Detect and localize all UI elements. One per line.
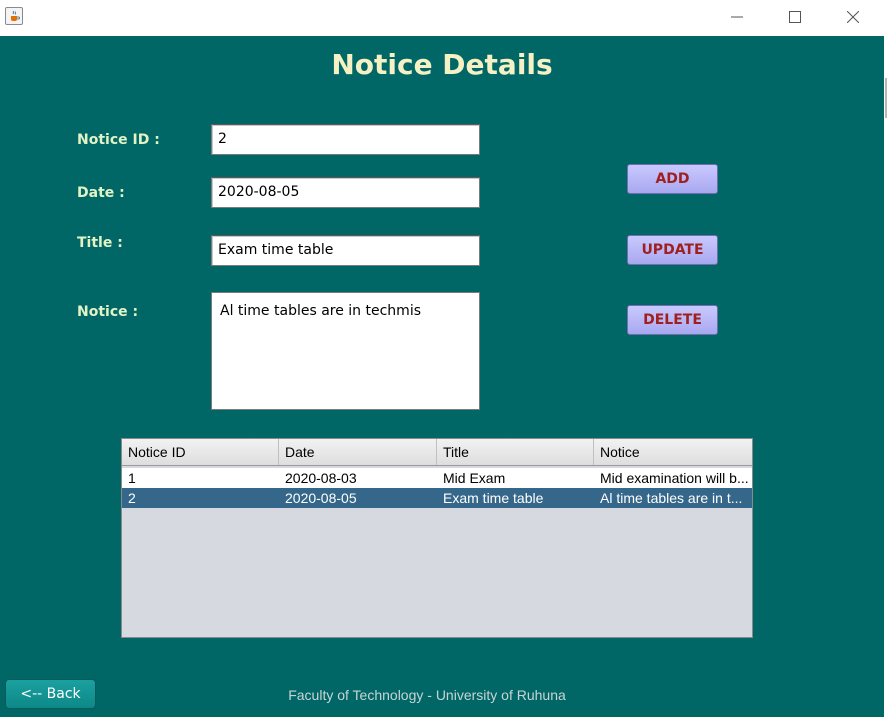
minimize-icon xyxy=(731,16,743,18)
minimize-button[interactable] xyxy=(708,0,766,34)
title-bar xyxy=(0,0,887,36)
cell-notice-id: 1 xyxy=(128,470,136,486)
maximize-icon xyxy=(789,11,801,23)
cell-title: Mid Exam xyxy=(443,470,506,486)
delete-button[interactable]: DELETE xyxy=(627,305,718,335)
page-title: Notice Details xyxy=(331,48,553,81)
date-label: Date : xyxy=(77,185,125,201)
close-button[interactable] xyxy=(824,0,882,34)
column-header-notice[interactable]: Notice xyxy=(594,439,752,465)
footer-credit: Faculty of Technology - University of Ru… xyxy=(288,687,566,703)
notice-label: Notice : xyxy=(77,304,139,320)
cell-notice-id: 2 xyxy=(128,490,136,506)
column-header-title[interactable]: Title xyxy=(437,439,594,465)
cell-title: Exam time table xyxy=(443,490,544,506)
notice-id-field[interactable]: 2 xyxy=(211,124,480,155)
update-button[interactable]: UPDATE xyxy=(627,235,718,265)
maximize-button[interactable] xyxy=(766,0,824,34)
title-field[interactable]: Exam time table xyxy=(211,235,480,266)
table-row[interactable]: 1 2020-08-03 Mid Exam Mid examination wi… xyxy=(122,468,752,488)
notice-table[interactable]: Notice ID Date Title Notice 1 2020-08-03… xyxy=(121,438,753,638)
date-field[interactable]: 2020-08-05 xyxy=(211,177,480,208)
cell-notice: Al time tables are in t... xyxy=(600,490,743,506)
add-button[interactable]: ADD xyxy=(627,164,718,194)
column-header-notice-id[interactable]: Notice ID xyxy=(122,439,279,465)
cell-notice: Mid examination will b... xyxy=(600,470,749,486)
table-row-selected[interactable]: 2 2020-08-05 Exam time table Al time tab… xyxy=(122,488,752,508)
cell-date: 2020-08-03 xyxy=(285,470,357,486)
notice-form-panel: Notice Details Notice ID : 2 Date : 2020… xyxy=(0,36,884,717)
java-cup-icon[interactable] xyxy=(5,7,23,25)
cell-date: 2020-08-05 xyxy=(285,490,357,506)
column-header-date[interactable]: Date xyxy=(279,439,437,465)
table-header: Notice ID Date Title Notice xyxy=(122,439,752,466)
close-icon xyxy=(847,11,859,23)
notice-id-label: Notice ID : xyxy=(77,132,160,148)
notice-textarea[interactable]: Al time tables are in techmis xyxy=(211,292,480,410)
title-label: Title : xyxy=(77,235,123,251)
